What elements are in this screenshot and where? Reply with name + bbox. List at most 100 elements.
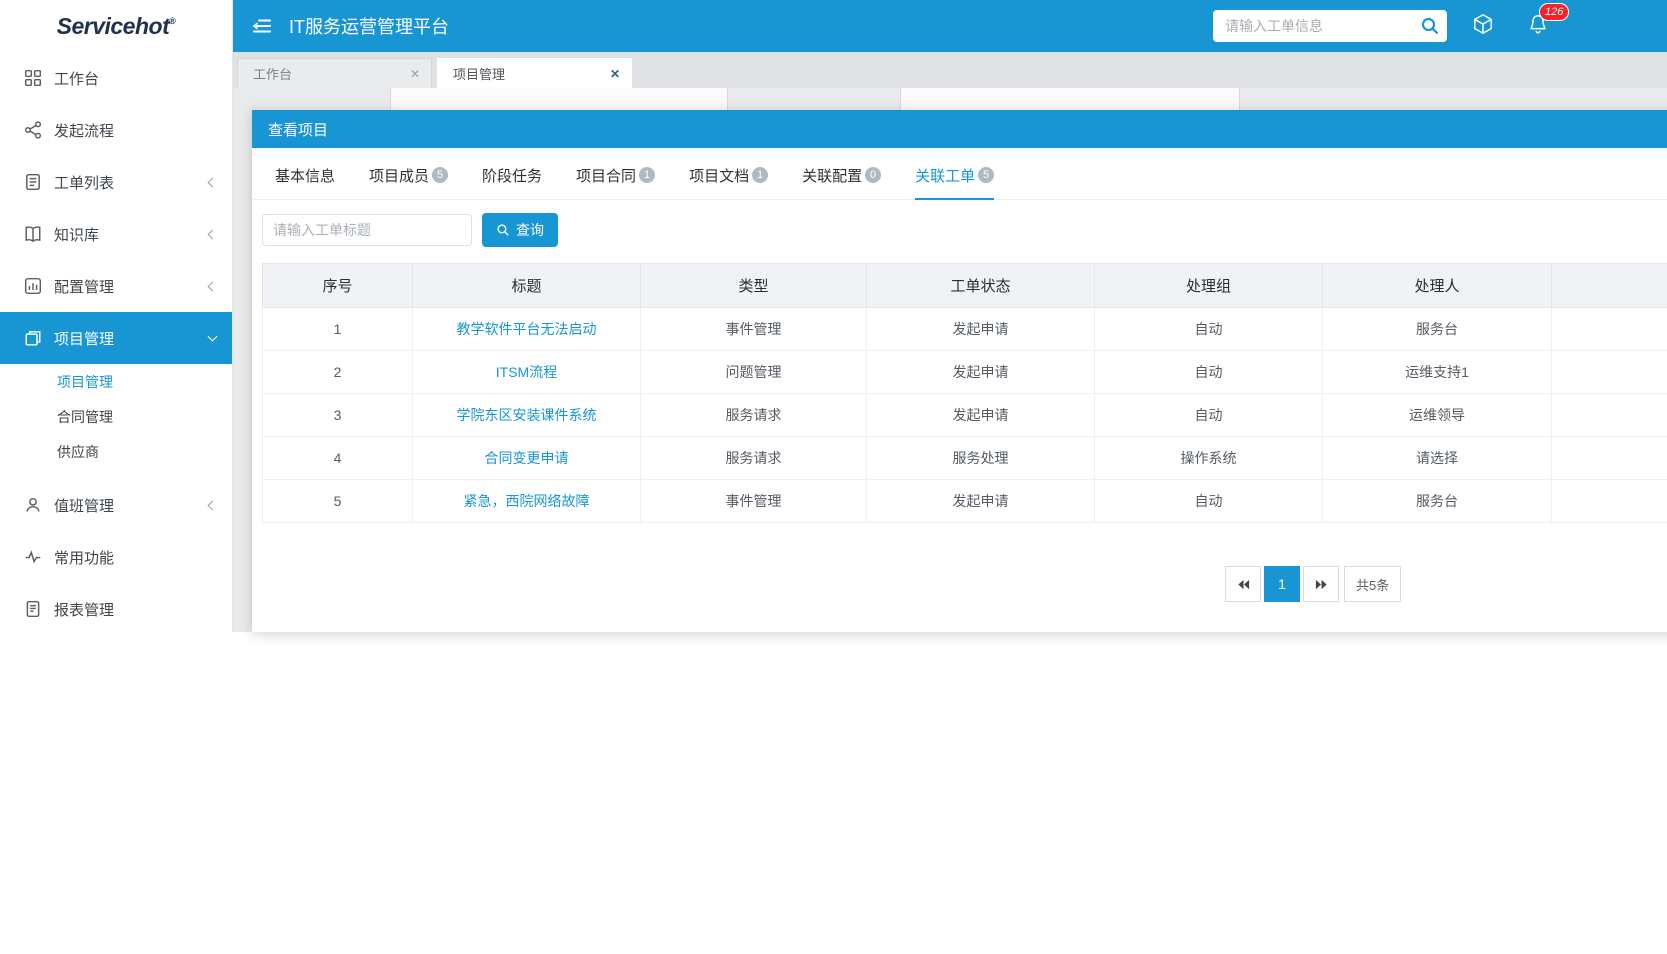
table-row: 4 合同变更申请 服务请求 服务处理 操作系统 请选择 <box>263 437 1667 480</box>
count-badge: 5 <box>432 167 448 183</box>
ticket-title-link[interactable]: 合同变更申请 <box>413 437 641 480</box>
table-header-row: 序号 标题 类型 工单状态 处理组 处理人 <box>263 264 1667 308</box>
last-page-button[interactable] <box>1303 566 1339 602</box>
cell-type: 事件管理 <box>641 308 867 351</box>
tab-project-documents[interactable]: 项目文档1 <box>689 148 768 200</box>
sidebar-item-duty-management[interactable]: 值班管理 <box>0 479 232 531</box>
tab-related-config[interactable]: 关联配置0 <box>802 148 881 200</box>
cell-type: 事件管理 <box>641 480 867 523</box>
ticket-title-link[interactable]: ITSM流程 <box>413 351 641 394</box>
close-icon[interactable]: ✕ <box>410 67 420 81</box>
cell-no: 1 <box>263 308 413 351</box>
cell-group: 操作系统 <box>1095 437 1323 480</box>
page-number-button[interactable]: 1 <box>1264 566 1300 602</box>
view-project-dialog: 查看项目 基本信息 项目成员5 阶段任务 项目合同1 项目文档1 关联配置0 关… <box>252 110 1667 632</box>
header-actions: 126 <box>1213 10 1549 42</box>
sidebar-item-knowledge-base[interactable]: 知识库 <box>0 208 232 260</box>
tab-label: 项目文档 <box>689 168 749 185</box>
sidebar-subitem-label: 项目管理 <box>57 372 113 392</box>
query-button[interactable]: 查询 <box>482 213 558 247</box>
ticket-title-input[interactable] <box>262 214 472 246</box>
brand-name: Servicehot <box>57 13 170 40</box>
tab-label: 关联配置 <box>802 168 862 185</box>
close-icon[interactable]: ✕ <box>610 67 620 81</box>
cell-group: 自动 <box>1095 394 1323 437</box>
sidebar-item-workbench[interactable]: 工作台 <box>0 52 232 104</box>
sidebar-item-common-functions[interactable]: 常用功能 <box>0 531 232 583</box>
sidebar-item-label: 值班管理 <box>54 495 114 516</box>
app-window: Servicehot® 工作台 发起流程 工单列表 知识库 配置管理 <box>0 0 1667 632</box>
top-header: IT服务运营管理平台 126 <box>233 0 1667 52</box>
count-badge: 1 <box>639 167 655 183</box>
page-title: IT服务运营管理平台 <box>289 13 449 39</box>
ticket-search-row: 查询 <box>252 200 1667 247</box>
menu-toggle-icon[interactable] <box>251 15 273 37</box>
apps-button[interactable] <box>1472 13 1494 40</box>
cell-handler: 服务台 <box>1323 308 1552 351</box>
tab-project-members[interactable]: 项目成员5 <box>369 148 448 200</box>
sidebar-item-label: 常用功能 <box>54 547 114 568</box>
cell-no: 3 <box>263 394 413 437</box>
tab-related-tickets[interactable]: 关联工单5 <box>915 148 994 200</box>
tab-project-management[interactable]: 项目管理 ✕ <box>437 58 632 88</box>
first-page-button[interactable] <box>1225 566 1261 602</box>
cube-icon <box>1472 13 1494 35</box>
tab-label: 项目成员 <box>369 168 429 185</box>
flow-icon <box>24 121 42 139</box>
sidebar-item-config-management[interactable]: 配置管理 <box>0 260 232 312</box>
search-icon[interactable] <box>1420 16 1440 36</box>
sidebar-item-project-management[interactable]: 项目管理 <box>0 312 232 364</box>
notifications-button[interactable]: 126 <box>1527 13 1549 40</box>
cell-handler: 运维领导 <box>1323 394 1552 437</box>
sidebar-subitem-project-management[interactable]: 项目管理 <box>0 364 232 399</box>
total-count-label: 共5条 <box>1344 566 1401 602</box>
double-arrow-right-icon <box>1314 577 1329 592</box>
sidebar-subitem-contract-management[interactable]: 合同管理 <box>0 399 232 434</box>
table-row: 3 学院东区安装课件系统 服务请求 发起申请 自动 运维领导 <box>263 394 1667 437</box>
cell-status: 发起申请 <box>867 351 1095 394</box>
cell-no: 5 <box>263 480 413 523</box>
ticket-title-link[interactable]: 紧急，西院网络故障 <box>413 480 641 523</box>
cell-empty <box>1552 308 1667 351</box>
ticket-title-link[interactable]: 教学软件平台无法启动 <box>413 308 641 351</box>
sidebar-subitem-suppliers[interactable]: 供应商 <box>0 434 232 469</box>
sidebar-item-label: 报表管理 <box>54 599 114 620</box>
ticket-title-link[interactable]: 学院东区安装课件系统 <box>413 394 641 437</box>
double-arrow-left-icon <box>1236 577 1251 592</box>
sidebar-item-label: 配置管理 <box>54 276 114 297</box>
header-search <box>1213 10 1447 42</box>
registered-mark: ® <box>169 4 175 26</box>
tab-project-contracts[interactable]: 项目合同1 <box>576 148 655 200</box>
pulse-icon <box>24 548 42 566</box>
tab-workbench[interactable]: 工作台 ✕ <box>237 58 432 88</box>
sidebar-item-label: 工单列表 <box>54 172 114 193</box>
sidebar: Servicehot® 工作台 发起流程 工单列表 知识库 配置管理 <box>0 0 233 632</box>
chevron-left-icon <box>208 229 218 239</box>
sidebar-item-report-management[interactable]: 报表管理 <box>0 583 232 635</box>
sidebar-item-label: 知识库 <box>54 224 99 245</box>
sidebar-item-start-process[interactable]: 发起流程 <box>0 104 232 156</box>
sidebar-item-label: 发起流程 <box>54 120 114 141</box>
chart-icon <box>24 277 42 295</box>
tab-phase-tasks[interactable]: 阶段任务 <box>482 148 542 200</box>
tab-label: 项目管理 <box>453 64 610 83</box>
count-badge: 1 <box>752 167 768 183</box>
cell-handler: 运维支持1 <box>1323 351 1552 394</box>
cell-empty <box>1552 437 1667 480</box>
chevron-down-icon <box>208 332 218 342</box>
sidebar-subitem-label: 供应商 <box>57 442 99 462</box>
tab-basic-info[interactable]: 基本信息 <box>275 148 335 200</box>
query-button-label: 查询 <box>516 220 544 240</box>
cell-group: 自动 <box>1095 351 1323 394</box>
sidebar-item-ticket-list[interactable]: 工单列表 <box>0 156 232 208</box>
brand-logo: Servicehot® <box>0 0 232 52</box>
cell-status: 发起申请 <box>867 480 1095 523</box>
dialog-title: 查看项目 <box>252 110 1667 148</box>
column-header: 工单状态 <box>867 264 1095 308</box>
notification-count-badge: 126 <box>1539 3 1569 21</box>
header-search-input[interactable] <box>1213 10 1447 42</box>
cell-status: 发起申请 <box>867 308 1095 351</box>
grid-icon <box>24 69 42 87</box>
cell-status: 发起申请 <box>867 394 1095 437</box>
pagination: 1 共5条 <box>1225 566 1401 602</box>
